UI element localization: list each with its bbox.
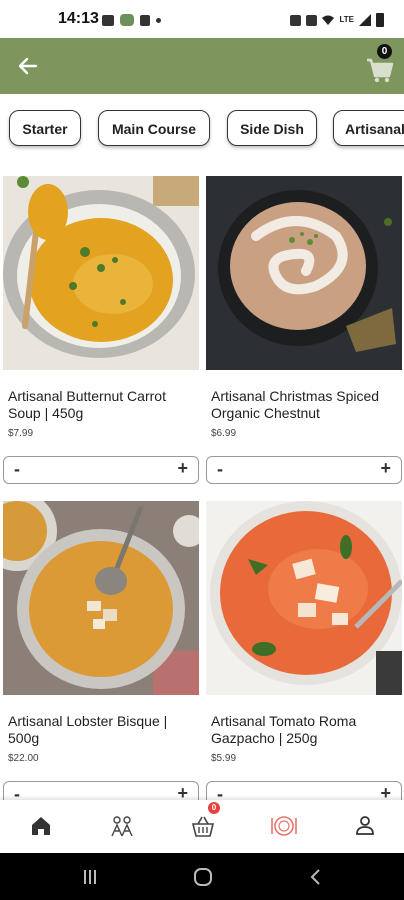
product-name[interactable]: Artisanal Christmas Spiced Organic Chest… [211, 388, 401, 422]
battery-icon [376, 13, 384, 27]
decrease-quantity-button[interactable]: - [217, 459, 223, 480]
product-name[interactable]: Artisanal Lobster Bisque | 500g [8, 713, 198, 747]
status-notification-icons [102, 14, 161, 26]
back-arrow-icon[interactable] [14, 52, 42, 80]
increase-quantity-button[interactable]: + [177, 458, 188, 479]
chef-icon[interactable] [108, 812, 136, 840]
recent-apps-icon[interactable] [80, 867, 100, 887]
status-bar: 14:13 LTE [0, 0, 404, 38]
category-chip-main-course[interactable]: Main Course [98, 110, 210, 146]
product-image-tomato-gazpacho[interactable] [206, 501, 402, 695]
category-chip-artisanal[interactable]: Artisanal [333, 110, 404, 146]
basket-icon[interactable] [189, 812, 217, 840]
status-system-icons: LTE [290, 13, 384, 27]
vibrate-icon [306, 14, 318, 26]
category-chip-starter[interactable]: Starter [9, 110, 81, 146]
gallery-icon [102, 14, 114, 26]
increase-quantity-button[interactable]: + [380, 458, 391, 479]
quantity-stepper: - + [206, 456, 402, 484]
status-time: 14:13 [58, 10, 99, 27]
product-image-butternut-soup[interactable] [3, 176, 199, 370]
bluetooth-icon [140, 14, 150, 26]
system-nav-bar [0, 853, 404, 900]
category-chips: Starter Main Course Side Dish Artisanal [0, 108, 404, 152]
bottom-nav: 0 [0, 800, 404, 853]
more-notifications-icon [156, 17, 161, 23]
product-name[interactable]: Artisanal Butternut Carrot Soup | 450g [8, 388, 198, 422]
alarm-icon [290, 14, 302, 26]
back-system-icon[interactable] [306, 867, 326, 887]
dish-icon[interactable] [270, 812, 298, 840]
decrease-quantity-button[interactable]: - [14, 459, 20, 480]
app-bar [0, 38, 404, 94]
profile-icon[interactable] [351, 812, 379, 840]
product-name[interactable]: Artisanal Tomato Roma Gazpacho | 250g [211, 713, 401, 747]
home-system-icon[interactable] [192, 866, 214, 888]
quantity-stepper: - + [3, 456, 199, 484]
app-notification-icon [120, 14, 134, 26]
product-price: $7.99 [8, 428, 34, 439]
product-price: $6.99 [211, 428, 237, 439]
cart-count-badge: 0 [377, 44, 392, 59]
product-price: $22.00 [8, 753, 39, 764]
network-type-label: LTE [339, 15, 354, 24]
signal-icon [359, 14, 371, 26]
wifi-icon [322, 15, 335, 25]
product-image-lobster-bisque[interactable] [3, 501, 199, 695]
home-icon[interactable] [27, 812, 55, 840]
category-chip-side-dish[interactable]: Side Dish [227, 110, 317, 146]
product-image-chestnut-soup[interactable] [206, 176, 402, 370]
product-price: $5.99 [211, 753, 237, 764]
basket-count-badge: 0 [208, 802, 220, 814]
